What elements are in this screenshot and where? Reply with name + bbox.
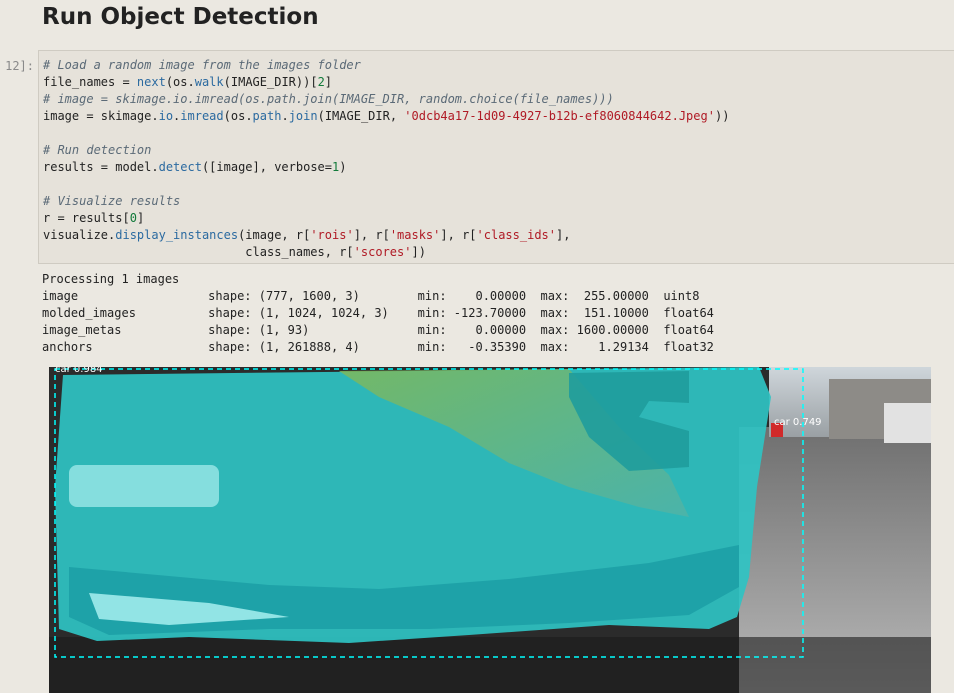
tire-shadow [49, 637, 931, 693]
code-text: ([image], verbose= [201, 160, 332, 174]
code-comment: # image = skimage.io.imread(os.path.join… [43, 92, 614, 106]
detection-svg [49, 367, 931, 693]
code-string: 'rois' [310, 228, 354, 242]
code-string: 'masks' [389, 228, 441, 242]
code-string: 'scores' [353, 245, 412, 259]
detection-label-secondary: car 0.749 [774, 417, 822, 428]
code-text: r = results[ [43, 211, 130, 225]
code-text: (os. [165, 75, 195, 89]
code-text: ]) [411, 245, 426, 259]
code-editor[interactable]: # Load a random image from the images fo… [43, 57, 729, 261]
code-string: '0dcb4a17-1d09-4927-b12b-ef8060844642.Jp… [404, 109, 715, 123]
code-text: imread [180, 109, 224, 123]
code-text: io [158, 109, 174, 123]
fog-light-slot [69, 465, 219, 507]
code-text: detect [158, 160, 202, 174]
code-comment: # Run detection [43, 143, 152, 157]
cell-output: Processing 1 images image shape: (777, 1… [42, 271, 714, 356]
code-string: 'class_ids' [476, 228, 556, 242]
output-line: image shape: (777, 1600, 3) min: 0.00000… [42, 289, 700, 303]
code-text: file_names = [43, 75, 137, 89]
code-text: . [281, 109, 289, 123]
code-text: ) [339, 160, 347, 174]
output-line: image_metas shape: (1, 93) min: 0.00000 … [42, 323, 714, 337]
code-text: class_names, r[ [43, 245, 354, 259]
code-text: (os. [223, 109, 253, 123]
section-heading: Run Object Detection [42, 4, 319, 30]
wall [884, 403, 931, 443]
detection-label-primary: car 0.984 [55, 367, 103, 375]
output-line: anchors shape: (1, 261888, 4) min: -0.35… [42, 340, 714, 354]
detection-image: car 0.984 car 0.749 [49, 367, 931, 693]
code-text: results = model. [43, 160, 159, 174]
code-text: (image, r[ [238, 228, 311, 242]
code-text: ], [556, 228, 571, 242]
code-comment: # Load a random image from the images fo… [43, 58, 361, 72]
code-text: (IMAGE_DIR))[ [223, 75, 318, 89]
code-comment: # Visualize results [43, 194, 181, 208]
code-cell[interactable]: # Load a random image from the images fo… [38, 50, 954, 264]
code-text: walk [194, 75, 224, 89]
code-text: 0 [129, 211, 137, 225]
code-text: ] [136, 211, 145, 225]
code-text: ] [324, 75, 333, 89]
output-line: Processing 1 images [42, 272, 180, 286]
code-text: (IMAGE_DIR, [317, 109, 405, 123]
code-text: path [252, 109, 282, 123]
code-text: ], r[ [440, 228, 477, 242]
code-text: )) [714, 109, 730, 123]
code-text: 2 [317, 75, 325, 89]
code-text: next [136, 75, 166, 89]
cell-prompt: 12]: [5, 59, 34, 73]
code-text: image = skimage. [43, 109, 159, 123]
code-text: visualize. [43, 228, 116, 242]
code-text: ], r[ [353, 228, 390, 242]
code-text: join [288, 109, 318, 123]
code-text: display_instances [115, 228, 239, 242]
output-line: molded_images shape: (1, 1024, 1024, 3) … [42, 306, 714, 320]
